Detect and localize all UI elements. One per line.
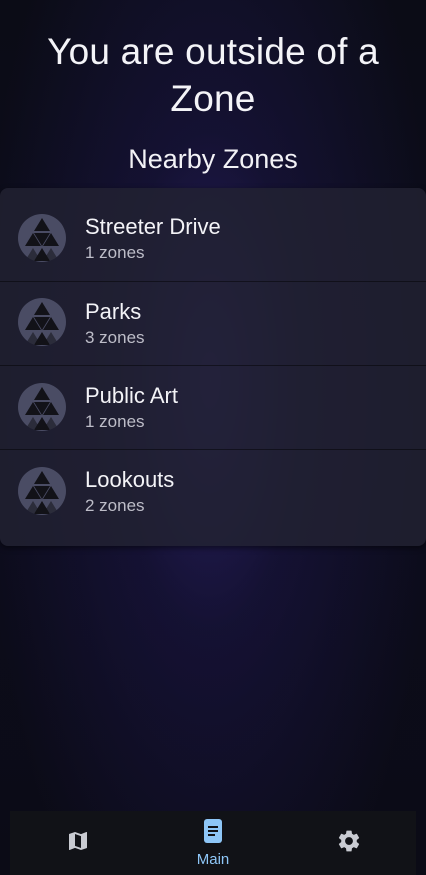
nav-main-tab[interactable]: Main [145,811,281,875]
zone-name: Streeter Drive [85,214,221,239]
zone-avatar-icon [18,214,66,262]
zone-list-item-public-art[interactable]: Public Art 1 zones [0,366,426,450]
zone-avatar-icon [18,467,66,515]
gear-icon [336,828,362,859]
nav-map-button[interactable] [10,811,145,875]
zone-name: Lookouts [85,467,175,492]
nav-main-label: Main [196,851,230,868]
zone-list-item-streeter-drive[interactable]: Streeter Drive 1 zones [0,188,426,282]
section-title: Nearby Zones [128,144,298,174]
map-icon [66,829,90,858]
zone-count: 2 zones [85,496,145,515]
zone-name: Public Art [85,383,178,408]
zone-count: 3 zones [85,328,145,347]
zone-count: 1 zones [85,412,145,431]
zone-avatar-icon [18,383,66,431]
zone-avatar-icon [18,298,66,346]
zone-count: 1 zones [85,243,145,262]
zone-list-item-lookouts[interactable]: Lookouts 2 zones [0,450,426,534]
nav-settings-button[interactable] [281,811,416,875]
nearby-zones-list: Streeter Drive 1 zones Parks 3 zones Pub… [0,188,426,546]
bottom-navigation-bar: Main [10,811,416,875]
page-title: You are outside of a Zone [47,31,379,119]
zone-list-item-parks[interactable]: Parks 3 zones [0,282,426,366]
document-icon [202,818,224,849]
zone-name: Parks [85,299,142,324]
